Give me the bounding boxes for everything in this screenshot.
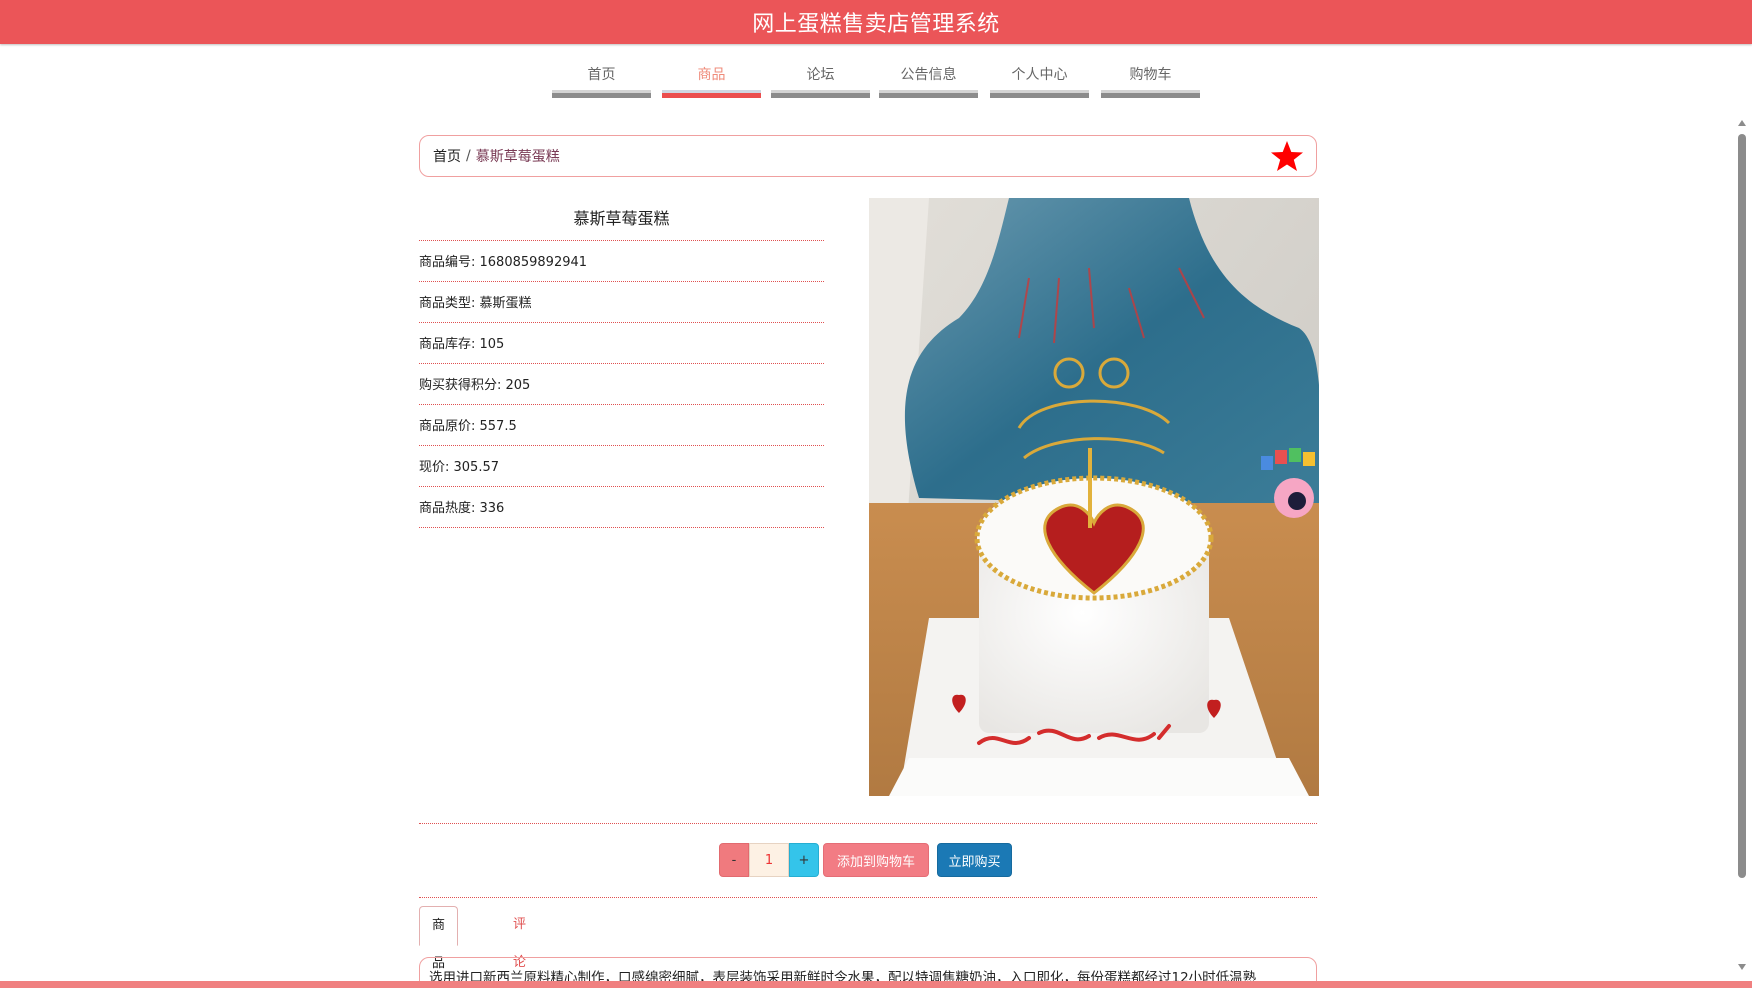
breadcrumb-current: 慕斯草莓蛋糕 [475,149,560,165]
tab-product-intro[interactable]: 商品介绍 [419,906,459,971]
product-image [869,198,1319,796]
product-original-price: 商品原价: 557.5 [419,405,824,446]
buy-now-button[interactable]: 立即购买 [937,843,1012,877]
app-title: 网上蛋糕售卖店管理系统 [752,12,1000,37]
nav-item-label: 首页 [587,67,616,83]
scrollbar-thumb[interactable] [1738,134,1746,878]
breadcrumb-home-link[interactable]: 首页 [433,146,461,166]
nav-underline [990,90,1089,98]
star-icon[interactable] [1270,140,1304,174]
product-points: 购买获得积分: 205 [419,364,824,405]
nav-item-home[interactable]: 首页 [552,62,651,102]
decrease-quantity-button[interactable]: - [719,843,749,877]
nav-item-announcements[interactable]: 公告信息 [879,62,978,102]
product-current-price: 现价: 305.57 [419,446,824,487]
scroll-down-arrow-icon[interactable] [1736,962,1748,972]
app-header: 网上蛋糕售卖店管理系统 [0,0,1752,44]
nav-underline [1101,90,1200,98]
nav-underline [771,90,870,98]
nav-item-label: 购物车 [1129,67,1172,83]
breadcrumb-separator: / [466,148,471,164]
add-to-cart-button[interactable]: 添加到购物车 [823,843,929,877]
product-info: 慕斯草莓蛋糕 商品编号: 1680859892941 商品类型: 慕斯蛋糕 商品… [419,198,824,528]
product-type: 商品类型: 慕斯蛋糕 [419,282,824,323]
divider [419,897,1317,898]
nav-item-cart[interactable]: 购物车 [1101,62,1200,102]
nav-underline [879,90,978,98]
increase-quantity-button[interactable]: + [789,843,819,877]
nav-underline-active [662,90,761,98]
product-title: 慕斯草莓蛋糕 [419,198,824,241]
nav-item-label: 商品 [697,67,726,83]
product-stock: 商品库存: 105 [419,323,824,364]
nav-item-label: 个人中心 [1011,67,1068,83]
quantity-input[interactable] [749,843,789,877]
scroll-up-arrow-icon[interactable] [1736,118,1748,128]
nav-item-profile[interactable]: 个人中心 [990,62,1089,102]
tab-comments[interactable]: 评论 [501,906,538,970]
cake-photo [869,198,1319,796]
nav-item-products[interactable]: 商品 [662,62,761,102]
nav-item-forum[interactable]: 论坛 [771,62,870,102]
nav-underline [552,90,651,98]
nav-item-label: 论坛 [806,67,835,83]
breadcrumb: 首页 / 慕斯草莓蛋糕 [419,135,1317,177]
product-code: 商品编号: 1680859892941 [419,241,824,282]
page: 网上蛋糕售卖店管理系统 首页 商品 论坛 公告信息 个人中心 购物车 首页 / [0,0,1752,988]
bottom-bar [0,981,1752,988]
main-nav: 首页 商品 论坛 公告信息 个人中心 购物车 [552,62,1200,102]
divider [419,823,1317,824]
product-popularity: 商品热度: 336 [419,487,824,528]
nav-item-label: 公告信息 [900,67,957,83]
